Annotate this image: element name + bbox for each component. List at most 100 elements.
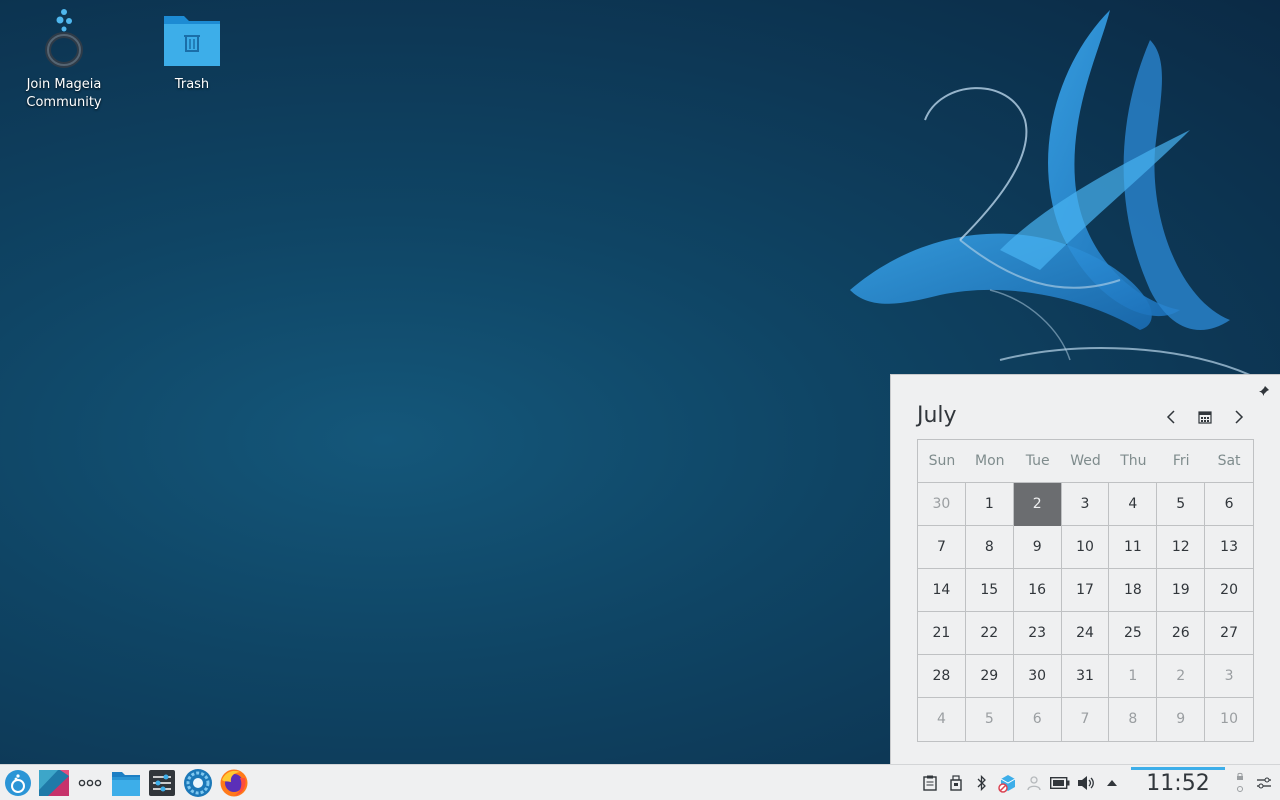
- calendar-day[interactable]: 28: [918, 655, 966, 698]
- calendar-day[interactable]: 3: [1205, 655, 1253, 698]
- calendar-week: 14 15 16 17 18 19 20: [918, 569, 1253, 612]
- weekday-label: Tue: [1025, 453, 1050, 469]
- calendar-day[interactable]: 6: [1014, 698, 1062, 741]
- calendar-day[interactable]: 25: [1109, 612, 1158, 655]
- calendar-day[interactable]: 19: [1157, 569, 1206, 612]
- calendar-week: 21 22 23 24 25 26 27: [918, 612, 1253, 655]
- calendar-day[interactable]: 21: [918, 612, 966, 655]
- file-manager-icon: [112, 772, 140, 796]
- calendar-icon: [1198, 411, 1212, 424]
- digital-clock[interactable]: 11:52 PM: [1130, 768, 1226, 800]
- lock-icon: [1237, 772, 1243, 792]
- application-launcher-icon: [5, 770, 31, 796]
- calendar-day[interactable]: 8: [1109, 698, 1158, 741]
- chevron-left-icon: [1166, 410, 1175, 424]
- kde-icon: [39, 770, 69, 796]
- calendar-day[interactable]: 9: [1014, 526, 1062, 569]
- calendar-day[interactable]: 30: [1014, 655, 1062, 698]
- calendar-day[interactable]: 29: [966, 655, 1014, 698]
- system-settings-icon: [149, 770, 175, 796]
- task-mageia-control-center[interactable]: [182, 767, 214, 799]
- calendar-day[interactable]: 3: [1062, 483, 1110, 526]
- tray-bluetooth[interactable]: [972, 773, 992, 793]
- calendar-day[interactable]: 15: [966, 569, 1014, 612]
- calendar-day[interactable]: 11: [1109, 526, 1158, 569]
- calendar-day[interactable]: 12: [1157, 526, 1206, 569]
- calendar-day[interactable]: 20: [1205, 569, 1253, 612]
- calendar-day[interactable]: 16: [1014, 569, 1062, 612]
- calendar-day[interactable]: 5: [1157, 483, 1206, 526]
- calendar-day[interactable]: 7: [918, 526, 966, 569]
- task-firefox[interactable]: [218, 767, 250, 799]
- calendar-day[interactable]: 24: [1062, 612, 1110, 655]
- calendar-day[interactable]: 10: [1205, 698, 1253, 741]
- calendar-popup: July Sun Mon Tue Wed Thu Fri Sat 30 1 2 …: [890, 374, 1280, 764]
- calendar-grid: Sun Mon Tue Wed Thu Fri Sat 30 1 2 3 4 5…: [917, 439, 1254, 742]
- pin-icon[interactable]: [1258, 385, 1270, 397]
- calendar-day[interactable]: 31: [1062, 655, 1110, 698]
- calendar-day[interactable]: 23: [1014, 612, 1062, 655]
- calendar-day[interactable]: 22: [966, 612, 1014, 655]
- panel-settings-button[interactable]: [1254, 773, 1274, 793]
- panel-settings-icon: [1257, 777, 1271, 789]
- next-month-button[interactable]: [1229, 407, 1249, 427]
- more-icon: [78, 779, 102, 787]
- tray-battery[interactable]: [1050, 773, 1070, 793]
- tray-expand-button[interactable]: [1102, 773, 1122, 793]
- mageia-control-center-icon: [184, 769, 212, 797]
- calendar-day[interactable]: 9: [1157, 698, 1206, 741]
- tray-volume[interactable]: [1076, 773, 1096, 793]
- calendar-day[interactable]: 7: [1062, 698, 1110, 741]
- tray-usb[interactable]: [946, 773, 966, 793]
- tray-lock[interactable]: [1232, 769, 1248, 797]
- calendar-day[interactable]: 5: [966, 698, 1014, 741]
- expand-tray-icon: [1107, 780, 1117, 786]
- more-button[interactable]: [74, 767, 106, 799]
- desktop-icon-join-mageia[interactable]: Join Mageia Community: [9, 8, 119, 112]
- calendar-day[interactable]: 6: [1205, 483, 1253, 526]
- weekday-header: Sun Mon Tue Wed Thu Fri Sat: [918, 440, 1253, 483]
- application-launcher-button[interactable]: [2, 767, 34, 799]
- desktop-icon-label: Join Mageia Community: [26, 77, 102, 110]
- tray-clipboard[interactable]: [920, 773, 940, 793]
- desktop-icon-label: Trash: [174, 77, 210, 92]
- task-file-manager[interactable]: [110, 767, 142, 799]
- usb-device-icon: [950, 775, 962, 791]
- today-button[interactable]: [1195, 407, 1215, 427]
- weekday-label: Mon: [975, 453, 1005, 469]
- task-kde-app[interactable]: [38, 767, 70, 799]
- clipboard-icon: [923, 775, 937, 791]
- weekday-label: Wed: [1070, 453, 1101, 469]
- calendar-day[interactable]: 26: [1157, 612, 1206, 655]
- calendar-day-today[interactable]: 2: [1013, 483, 1062, 526]
- calendar-day[interactable]: 1: [1109, 655, 1158, 698]
- calendar-day[interactable]: 30: [918, 483, 966, 526]
- calendar-week: 28 29 30 31 1 2 3: [918, 655, 1253, 698]
- calendar-day[interactable]: 4: [918, 698, 966, 741]
- calendar-day[interactable]: 14: [918, 569, 966, 612]
- taskbar: 11:52 PM: [0, 764, 1280, 800]
- calendar-day[interactable]: 13: [1205, 526, 1253, 569]
- weekday-label: Fri: [1172, 453, 1190, 469]
- chevron-right-icon: [1235, 410, 1244, 424]
- previous-month-button[interactable]: [1161, 407, 1181, 427]
- calendar-week: 7 8 9 10 11 12 13: [918, 526, 1253, 569]
- calendar-day[interactable]: 10: [1062, 526, 1110, 569]
- battery-icon: [1050, 777, 1070, 789]
- trash-folder-icon: [164, 16, 220, 66]
- calendar-day[interactable]: 17: [1062, 569, 1110, 612]
- mageia-community-icon: [45, 9, 83, 68]
- task-system-settings[interactable]: [146, 767, 178, 799]
- tray-updates[interactable]: [998, 773, 1018, 793]
- tray-user[interactable]: [1024, 773, 1044, 793]
- desktop-icon-trash[interactable]: Trash: [137, 8, 247, 94]
- calendar-day[interactable]: 1: [966, 483, 1014, 526]
- calendar-day[interactable]: 4: [1109, 483, 1158, 526]
- weekday-label: Sun: [928, 453, 956, 469]
- calendar-day[interactable]: 27: [1205, 612, 1253, 655]
- calendar-day[interactable]: 2: [1157, 655, 1206, 698]
- calendar-day[interactable]: 8: [966, 526, 1014, 569]
- calendar-day[interactable]: 18: [1109, 569, 1158, 612]
- calendar-month-title: July: [917, 403, 957, 428]
- user-icon: [1027, 776, 1041, 791]
